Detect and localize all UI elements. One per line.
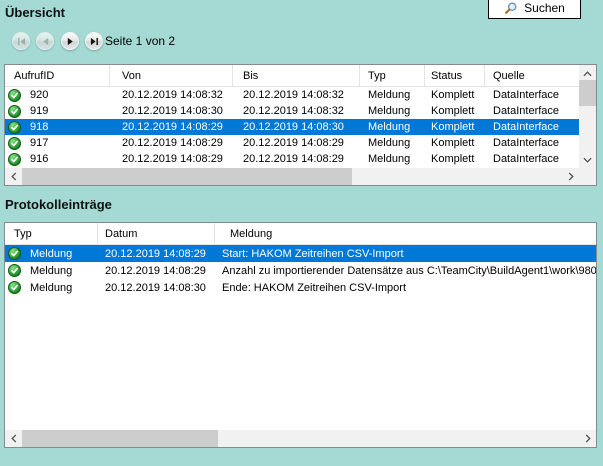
cell-typ: Meldung	[360, 137, 425, 149]
cell-aufrufid: 918	[30, 121, 48, 133]
next-page-icon	[66, 37, 75, 46]
search-button-label: Suchen	[524, 1, 565, 15]
cell-typ: Meldung	[360, 105, 425, 117]
success-icon	[8, 264, 21, 277]
cell-status: Komplett	[425, 89, 485, 101]
cell-quelle: DataInterface	[485, 105, 579, 117]
cell-bis: 20.12.2019 14:08:32	[233, 89, 360, 101]
overview-table: AufrufID Von Bis Typ Status Quelle 920 2…	[4, 64, 597, 186]
cell-typ: Meldung	[360, 89, 425, 101]
cell-von: 20.12.2019 14:08:29	[110, 121, 233, 133]
horizontal-scroll-thumb[interactable]	[22, 430, 218, 447]
cell-typ: Meldung	[30, 282, 72, 294]
protocol-row[interactable]: Meldung 20.12.2019 14:08:29 Anzahl zu im…	[5, 262, 596, 279]
cell-aufrufid: 916	[30, 153, 48, 165]
success-icon	[8, 105, 21, 118]
cell-typ: Meldung	[360, 153, 425, 165]
cell-von: 20.12.2019 14:08:30	[110, 105, 233, 117]
scroll-left-icon[interactable]	[5, 168, 22, 185]
table-row[interactable]: 916 20.12.2019 14:08:29 20.12.2019 14:08…	[5, 151, 579, 167]
cell-von: 20.12.2019 14:08:29	[110, 153, 233, 165]
search-icon	[504, 1, 518, 15]
cell-typ: Meldung	[30, 248, 72, 260]
table-row[interactable]: 919 20.12.2019 14:08:30 20.12.2019 14:08…	[5, 103, 579, 119]
success-icon	[8, 137, 21, 150]
scroll-right-icon[interactable]	[579, 430, 596, 447]
protocol-row-selected[interactable]: Meldung 20.12.2019 14:08:29 Start: HAKOM…	[5, 245, 596, 262]
column-header-aufrufid[interactable]: AufrufID	[5, 65, 110, 86]
cell-status: Komplett	[425, 105, 485, 117]
column-header-typ[interactable]: Typ	[5, 223, 98, 244]
last-page-button[interactable]	[85, 32, 103, 50]
cell-bis: 20.12.2019 14:08:29	[233, 137, 360, 149]
overview-section-title: Übersicht	[5, 5, 65, 20]
success-icon	[8, 281, 21, 294]
last-page-icon	[90, 37, 99, 46]
scroll-left-icon[interactable]	[5, 430, 22, 447]
column-header-typ[interactable]: Typ	[360, 65, 425, 86]
protocol-horizontal-scrollbar[interactable]	[5, 430, 596, 447]
horizontal-scroll-thumb[interactable]	[22, 168, 352, 185]
app-window: Übersicht Suchen Seite 1 von 2 AufrufID	[0, 0, 603, 466]
protocol-table: Typ Datum Meldung Meldung 20.12.2019 14:…	[4, 222, 597, 448]
cell-aufrufid: 917	[30, 137, 48, 149]
cell-quelle: DataInterface	[485, 137, 579, 149]
vertical-scroll-thumb[interactable]	[579, 80, 596, 106]
protocol-row[interactable]: Meldung 20.12.2019 14:08:30 Ende: HAKOM …	[5, 279, 596, 296]
cell-quelle: DataInterface	[485, 121, 579, 133]
cell-meldung: Anzahl zu importierender Datensätze aus …	[215, 265, 596, 277]
cell-meldung: Start: HAKOM Zeitreihen CSV-Import	[215, 248, 596, 260]
cell-von: 20.12.2019 14:08:29	[110, 137, 233, 149]
cell-von: 20.12.2019 14:08:32	[110, 89, 233, 101]
scroll-right-icon[interactable]	[562, 168, 579, 185]
success-icon	[8, 121, 21, 134]
table-row[interactable]: 920 20.12.2019 14:08:32 20.12.2019 14:08…	[5, 87, 579, 103]
cell-datum: 20.12.2019 14:08:30	[98, 282, 215, 294]
cell-aufrufid: 920	[30, 89, 48, 101]
column-header-meldung[interactable]: Meldung	[215, 223, 596, 244]
next-page-button[interactable]	[61, 32, 79, 50]
column-header-datum[interactable]: Datum	[98, 223, 215, 244]
column-header-quelle[interactable]: Quelle	[485, 65, 579, 86]
overview-horizontal-scrollbar[interactable]	[5, 168, 579, 185]
cell-bis: 20.12.2019 14:08:30	[233, 121, 360, 133]
previous-page-button[interactable]	[36, 32, 54, 50]
cell-status: Komplett	[425, 137, 485, 149]
page-indicator: Seite 1 von 2	[105, 34, 175, 48]
cell-datum: 20.12.2019 14:08:29	[98, 248, 215, 260]
cell-aufrufid: 919	[30, 105, 48, 117]
cell-status: Komplett	[425, 121, 485, 133]
first-page-icon	[17, 37, 26, 46]
cell-datum: 20.12.2019 14:08:29	[98, 265, 215, 277]
cell-typ: Meldung	[360, 121, 425, 133]
success-icon	[8, 247, 21, 260]
protocol-table-header: Typ Datum Meldung	[5, 223, 596, 245]
table-row-selected[interactable]: 918 20.12.2019 14:08:29 20.12.2019 14:08…	[5, 119, 579, 135]
scroll-down-icon[interactable]	[579, 151, 596, 168]
column-header-von[interactable]: Von	[110, 65, 233, 86]
first-page-button[interactable]	[12, 32, 30, 50]
search-button[interactable]: Suchen	[488, 0, 581, 19]
cell-status: Komplett	[425, 153, 485, 165]
overview-vertical-scrollbar[interactable]	[579, 65, 596, 168]
cell-bis: 20.12.2019 14:08:32	[233, 105, 360, 117]
cell-meldung: Ende: HAKOM Zeitreihen CSV-Import	[215, 282, 596, 294]
column-header-bis[interactable]: Bis	[233, 65, 360, 86]
scrollbar-corner	[579, 168, 596, 185]
cell-quelle: DataInterface	[485, 89, 579, 101]
success-icon	[8, 89, 21, 102]
protocol-section-title: Protokolleinträge	[5, 197, 112, 212]
cell-typ: Meldung	[30, 265, 72, 277]
cell-quelle: DataInterface	[485, 153, 579, 165]
overview-table-header: AufrufID Von Bis Typ Status Quelle	[5, 65, 579, 87]
table-row[interactable]: 917 20.12.2019 14:08:29 20.12.2019 14:08…	[5, 135, 579, 151]
column-header-status[interactable]: Status	[425, 65, 485, 86]
empty-list-area	[5, 296, 596, 430]
previous-page-icon	[41, 37, 50, 46]
success-icon	[8, 153, 21, 166]
cell-bis: 20.12.2019 14:08:29	[233, 153, 360, 165]
